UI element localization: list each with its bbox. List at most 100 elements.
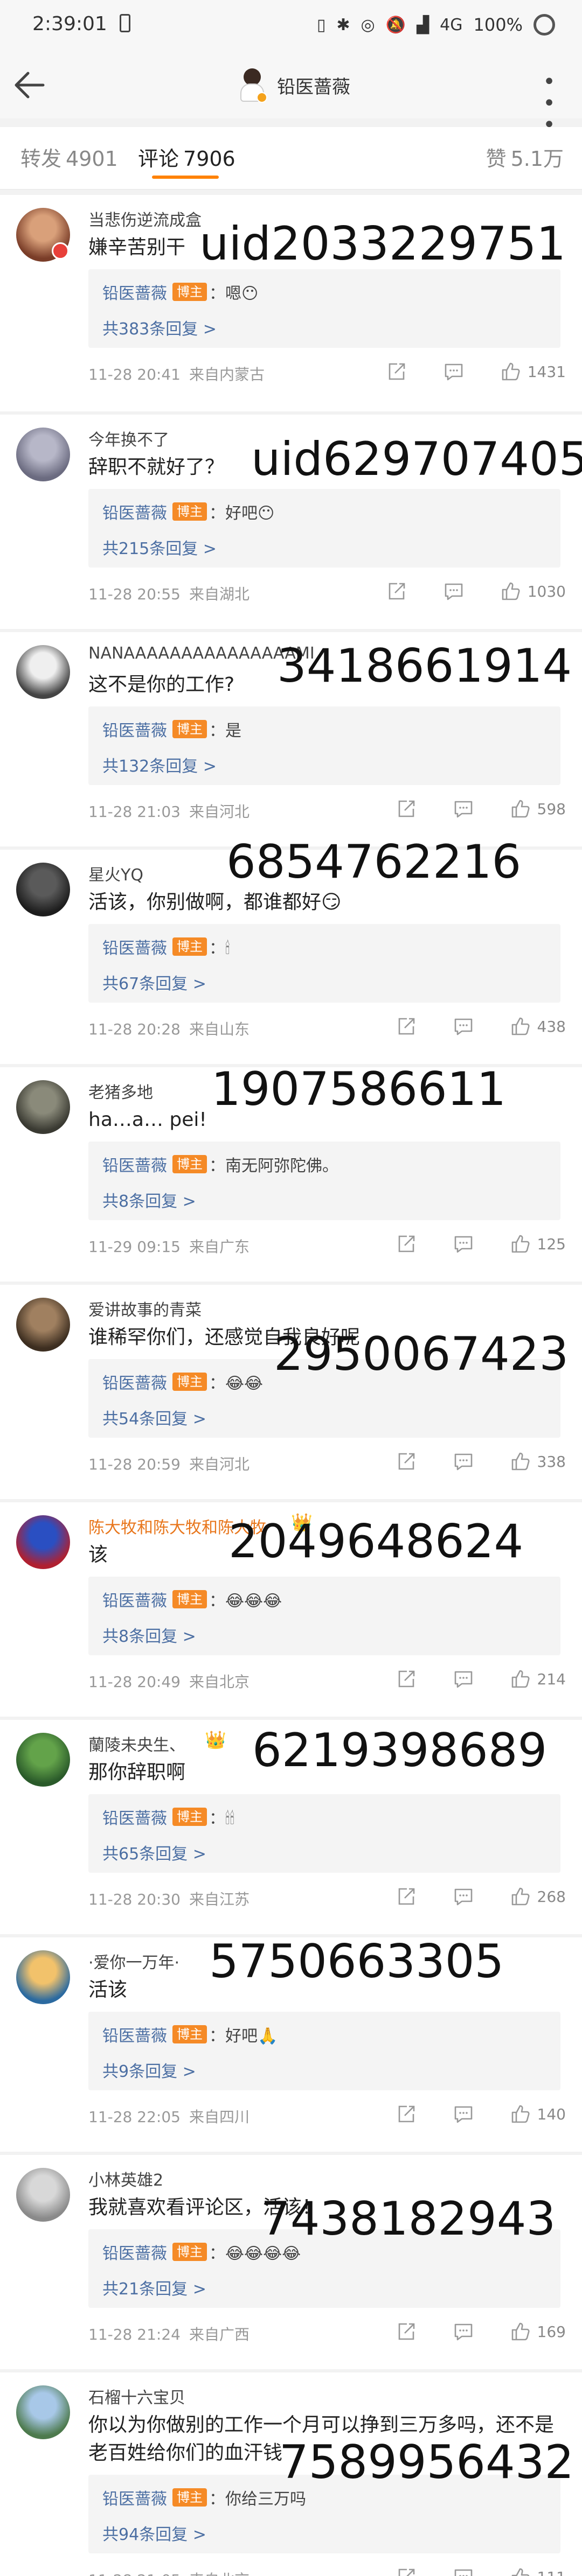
reply-author[interactable]: 铅医蔷薇 (102, 1370, 167, 1394)
view-replies-link[interactable]: 共215条回复 > (102, 535, 217, 559)
view-replies-link[interactable]: 共8条回复 > (102, 1188, 196, 1212)
like-button[interactable]: 1431 (500, 360, 566, 383)
like-button[interactable]: 338 (509, 1450, 566, 1473)
share-icon[interactable] (385, 580, 408, 603)
like-button[interactable]: 125 (509, 1233, 566, 1255)
view-replies-link[interactable]: 共94条回复 > (102, 2521, 206, 2545)
comment-card[interactable]: 爱讲故事的青菜 谁稀罕你们，还感觉自我良好呢 铅医蔷薇 博主 ：😂😂 共54条回复 >11… (0, 1285, 582, 1499)
comment-icon[interactable] (452, 1450, 475, 1473)
like-button[interactable]: 140 (509, 2103, 566, 2125)
comment-icon[interactable] (452, 2320, 475, 2343)
tab-comment[interactable]: 评论 7906 (138, 142, 235, 172)
blogger-badge: 博主 (172, 720, 207, 738)
back-button[interactable] (10, 66, 53, 104)
more-options-icon[interactable]: • • • (531, 71, 570, 136)
tab-like-count: 5.1万 (510, 147, 564, 171)
comment-username[interactable]: 小林英雄2 (88, 2167, 163, 2190)
nav-user[interactable]: 铅医蔷薇 (237, 64, 350, 107)
avatar[interactable] (16, 1733, 70, 1787)
view-replies-link[interactable]: 共65条回复 > (102, 1840, 206, 1864)
share-icon[interactable] (385, 360, 408, 383)
comment-username[interactable]: 老猪多地 (88, 1079, 153, 1103)
avatar[interactable] (16, 428, 70, 481)
reply-author[interactable]: 铅医蔷薇 (102, 717, 167, 741)
avatar[interactable] (16, 2385, 70, 2439)
reply-author[interactable]: 铅医蔷薇 (102, 500, 167, 523)
like-button[interactable]: 1030 (500, 580, 566, 603)
reply-author[interactable]: 铅医蔷薇 (102, 2486, 167, 2509)
comment-actions: 214 (361, 1666, 566, 1692)
comment-icon[interactable] (452, 1885, 475, 1908)
share-icon[interactable] (395, 1885, 418, 1908)
comment-actions: 111 (361, 2564, 566, 2576)
comment-icon[interactable] (452, 1015, 475, 1038)
like-button[interactable]: 214 (509, 1668, 566, 1690)
tab-repost[interactable]: 转发 4901 (20, 142, 118, 172)
comment-username[interactable]: 蘭陵未央生、 (88, 1732, 185, 1755)
view-replies-link[interactable]: 共67条回复 > (102, 970, 206, 994)
thumbs-up-icon (509, 1015, 532, 1038)
share-icon[interactable] (395, 1015, 418, 1038)
comment-username[interactable]: 今年换不了 (88, 426, 169, 450)
reply-preview[interactable]: 铅医蔷薇 博主 ：好吧🙏 共9条回复 > (88, 2012, 560, 2090)
reply-preview[interactable]: 铅医蔷薇 博主 ：🕯🕯 共65条回复 > (88, 1794, 560, 1873)
reply-preview[interactable]: 铅医蔷薇 博主 ：是 共132条回复 > (88, 706, 560, 785)
comment-icon[interactable] (442, 360, 465, 383)
avatar[interactable] (16, 1950, 70, 2004)
reply-author[interactable]: 铅医蔷薇 (102, 1805, 167, 1829)
comment-username[interactable]: 石榴十六宝贝 (88, 2384, 185, 2408)
comment-icon[interactable] (452, 1233, 475, 1255)
comment-icon[interactable] (442, 580, 465, 603)
view-replies-link[interactable]: 共54条回复 > (102, 1405, 206, 1429)
reply-preview[interactable]: 铅医蔷薇 博主 ：😂😂😂 共8条回复 > (88, 1577, 560, 1655)
share-icon[interactable] (395, 797, 418, 820)
blogger-badge: 博主 (172, 937, 207, 956)
comment-icon[interactable] (452, 2566, 475, 2576)
reply-preview[interactable]: 铅医蔷薇 博主 ：🕯 共67条回复 > (88, 924, 560, 1003)
avatar[interactable] (16, 1080, 70, 1134)
reply-preview[interactable]: 铅医蔷薇 博主 ：嗯😶 共383条回复 > (88, 269, 560, 348)
like-button[interactable]: 111 (509, 2566, 566, 2576)
comment-card[interactable]: 小林英雄2 我就喜欢看评论区，活该！ 铅医蔷薇 博主 ：😂😂😂😂 共21条回复 >11-2… (0, 2155, 582, 2369)
comment-username[interactable]: ·爱你一万年· (88, 1949, 179, 1973)
avatar[interactable] (16, 1298, 70, 1352)
view-replies-link[interactable]: 共9条回复 > (102, 2058, 196, 2082)
avatar[interactable] (16, 645, 70, 699)
comment-username[interactable]: 星火YQ (88, 862, 143, 885)
avatar[interactable] (16, 2168, 70, 2222)
share-icon[interactable] (395, 1450, 418, 1473)
reply-preview[interactable]: 铅医蔷薇 博主 ：南无阿弥陀佛。 共8条回复 > (88, 1142, 560, 1220)
like-button[interactable]: 438 (509, 1015, 566, 1038)
view-replies-link[interactable]: 共21条回复 > (102, 2276, 206, 2299)
share-icon[interactable] (395, 1233, 418, 1255)
view-replies-link[interactable]: 共383条回复 > (102, 316, 217, 339)
comment-username[interactable]: 爱讲故事的青菜 (88, 1297, 202, 1320)
comment-icon[interactable] (452, 1668, 475, 1690)
like-count: 268 (537, 1887, 566, 1906)
comment-time: 11-28 20:28 (88, 1020, 181, 1038)
like-button[interactable]: 268 (509, 1885, 566, 1908)
reply-text: ：😂😂 (209, 1374, 264, 1393)
reply-author[interactable]: 铅医蔷薇 (102, 2022, 167, 2046)
share-icon[interactable] (395, 2566, 418, 2576)
comment-icon[interactable] (452, 797, 475, 820)
share-icon[interactable] (395, 2103, 418, 2125)
reply-author[interactable]: 铅医蔷薇 (102, 935, 167, 958)
reply-author[interactable]: 铅医蔷薇 (102, 280, 167, 304)
view-replies-link[interactable]: 共132条回复 > (102, 753, 217, 776)
comment-icon[interactable] (452, 2103, 475, 2125)
like-button[interactable]: 598 (509, 797, 566, 820)
comment-username[interactable]: 当悲伤逆流成盒 (88, 207, 202, 230)
reply-preview[interactable]: 铅医蔷薇 博主 ：好吧😶 共215条回复 > (88, 489, 560, 568)
share-icon[interactable] (395, 1668, 418, 1690)
tab-like[interactable]: 赞 5.1万 (486, 142, 564, 172)
reply-author[interactable]: 铅医蔷薇 (102, 2240, 167, 2264)
like-button[interactable]: 169 (509, 2320, 566, 2343)
tab-like-label: 赞 (486, 147, 507, 171)
reply-author[interactable]: 铅医蔷薇 (102, 1587, 167, 1611)
share-icon[interactable] (395, 2320, 418, 2343)
avatar[interactable] (16, 863, 70, 916)
reply-author[interactable]: 铅医蔷薇 (102, 1152, 167, 1176)
view-replies-link[interactable]: 共8条回复 > (102, 1623, 196, 1647)
avatar[interactable] (16, 1515, 70, 1569)
